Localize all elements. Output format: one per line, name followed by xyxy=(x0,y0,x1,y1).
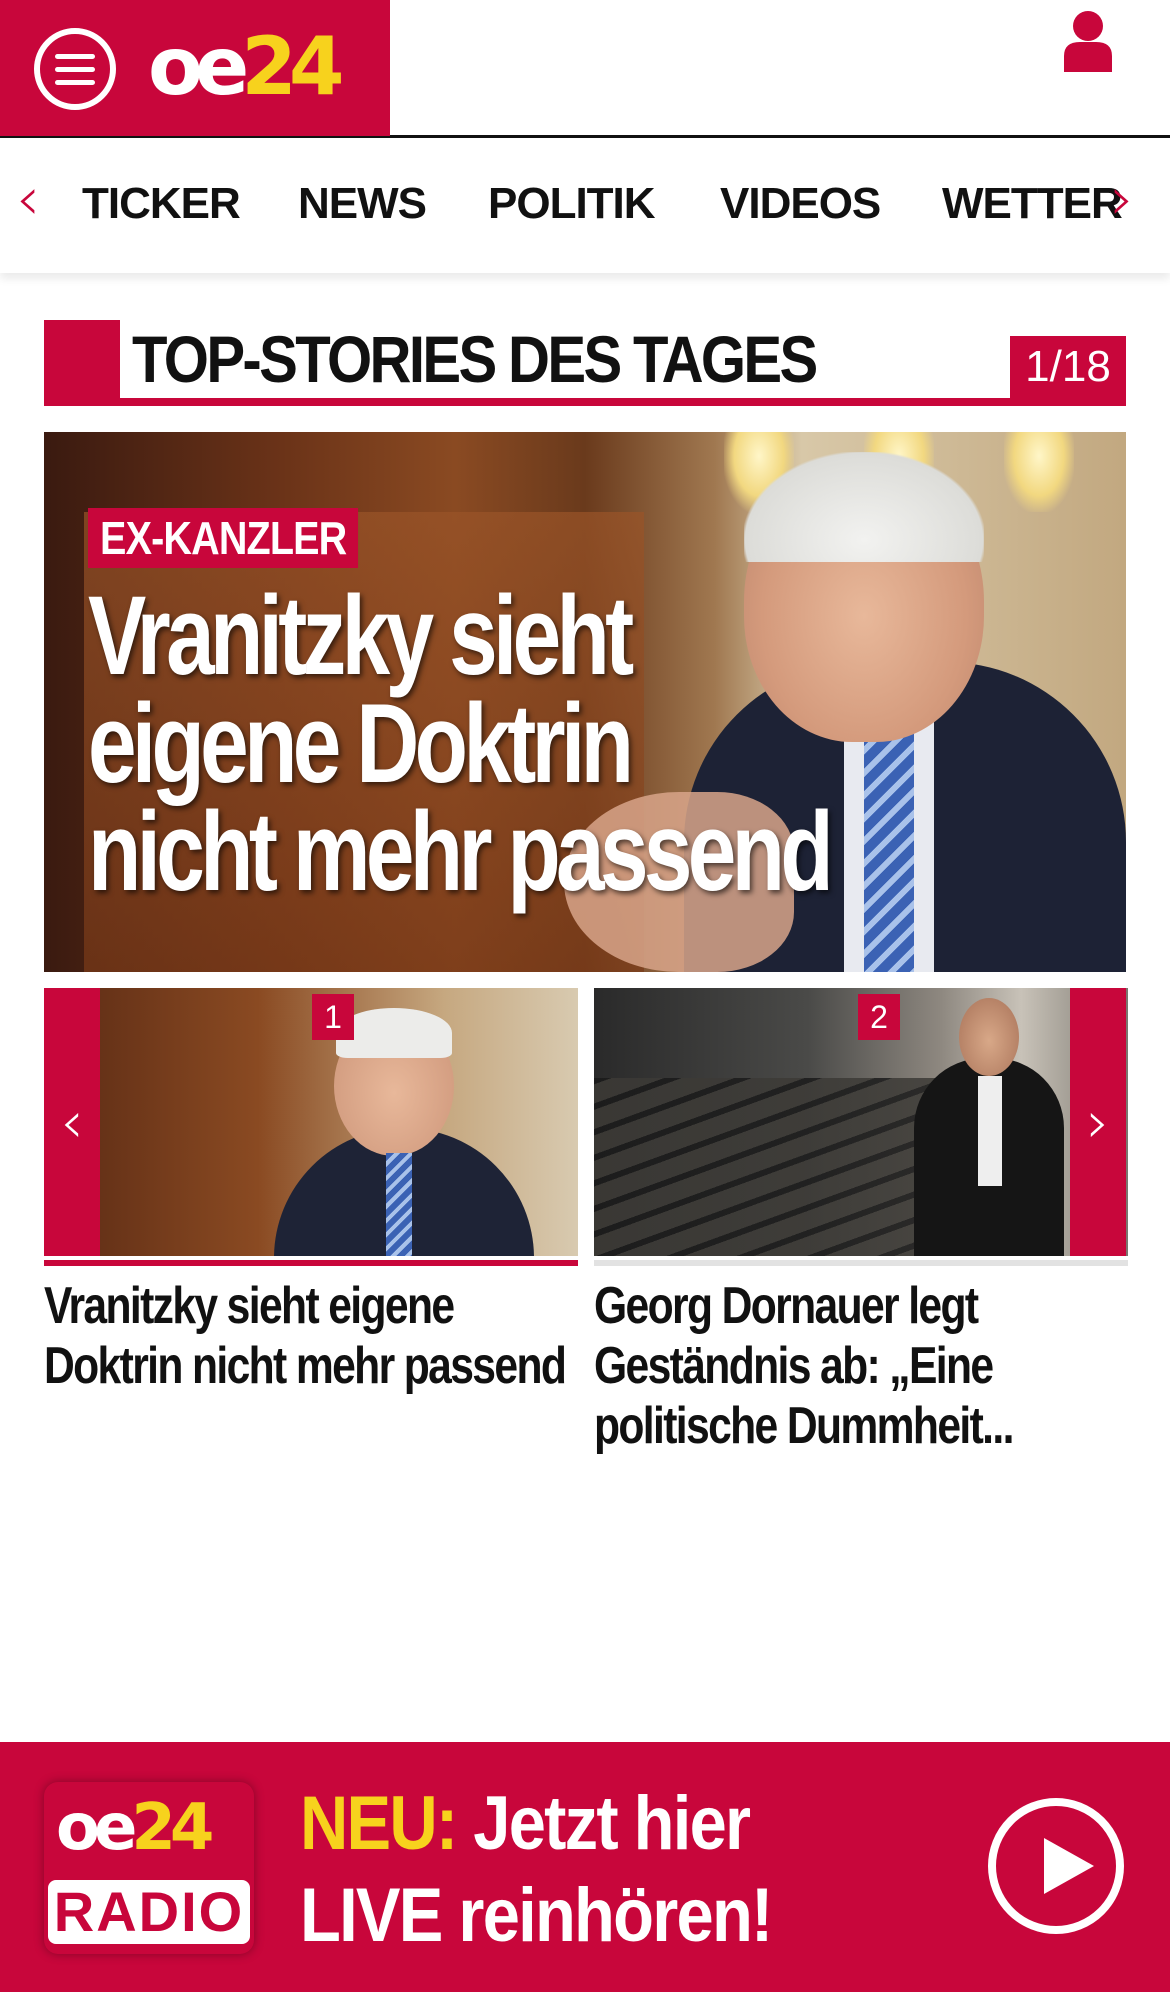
radio-promo-text: NEU: Jetzt hier LIVE reinhören! xyxy=(300,1778,773,1962)
carousel-thumbnail-1[interactable]: 1 xyxy=(44,988,578,1256)
hero-photo-hair xyxy=(744,452,984,562)
nav-item-politik[interactable]: POLITIK xyxy=(488,179,656,229)
radio-logo-wordmark: oe24 xyxy=(56,1791,214,1865)
carousel-caption-2[interactable]: Georg Dornauer legt Geständnis ab: „Eine… xyxy=(594,1276,1135,1456)
radio-logo-label: RADIO xyxy=(48,1880,250,1944)
carousel-next-arrow-icon[interactable]: › xyxy=(1070,988,1126,1256)
thumb-photo-tie xyxy=(386,1153,412,1256)
nav-item-wetter[interactable]: WETTER xyxy=(942,179,1123,229)
hero-photo-tie xyxy=(864,732,914,972)
nav-item-ticker[interactable]: TICKER xyxy=(82,179,241,229)
carousel-progress-inactive xyxy=(594,1260,1128,1266)
hero-headline[interactable]: Vranitzky sieht eigene Doktrin nicht meh… xyxy=(88,573,834,914)
brand-block: oe24 xyxy=(0,0,390,136)
radio-neu-label: NEU: xyxy=(300,1781,458,1866)
thumb-photo-face xyxy=(959,998,1019,1076)
hero-headline-line: nicht mehr passend xyxy=(88,789,834,914)
heading-underline xyxy=(44,398,1126,406)
oe24-logo[interactable]: oe24 xyxy=(148,22,345,112)
lamp-light xyxy=(1004,432,1074,512)
radio-line2: LIVE reinhören! xyxy=(300,1873,773,1958)
thumb-photo-shirt xyxy=(978,1076,1002,1186)
carousel-progress-active xyxy=(44,1260,578,1266)
nav-item-news[interactable]: NEWS xyxy=(298,179,427,229)
nav-prev-arrow-icon[interactable]: ‹ xyxy=(16,169,40,229)
slide-counter: 1/18 xyxy=(1010,336,1126,398)
hero-headline-line: eigene Doktrin xyxy=(88,681,634,806)
oe24-radio-logo: oe24 RADIO xyxy=(44,1782,254,1954)
thumb-photo-stairs xyxy=(594,1078,954,1256)
hamburger-menu-icon[interactable] xyxy=(34,28,116,110)
thumbnail-number-badge: 1 xyxy=(312,994,354,1040)
heading-marker xyxy=(44,320,120,400)
carousel-caption-1[interactable]: Vranitzky sieht eigene Doktrin nicht meh… xyxy=(44,1276,585,1396)
section-title: TOP-STORIES DES TAGES xyxy=(132,322,818,396)
site-header: oe24 xyxy=(0,0,1170,138)
carousel-prev-arrow-icon[interactable]: ‹ xyxy=(44,988,100,1256)
top-stories-heading: TOP-STORIES DES TAGES 1/18 xyxy=(44,320,1126,408)
hero-headline-line: Vranitzky sieht xyxy=(88,573,634,698)
nav-next-arrow-icon[interactable]: › xyxy=(1110,169,1134,229)
user-icon[interactable] xyxy=(1060,10,1116,72)
radio-line1: Jetzt hier xyxy=(456,1781,751,1866)
thumbnail-number-badge: 2 xyxy=(858,994,900,1040)
carousel-thumbnail-2[interactable]: 2 xyxy=(594,988,1128,1256)
play-icon[interactable] xyxy=(988,1798,1124,1934)
hero-story[interactable]: EX-KANZLER Vranitzky sieht eigene Doktri… xyxy=(44,432,1126,972)
category-nav: ‹ TICKER NEWS POLITIK VIDEOS WETTER › xyxy=(0,139,1170,273)
hero-kicker: EX-KANZLER xyxy=(88,508,359,568)
nav-item-videos[interactable]: VIDEOS xyxy=(720,179,881,229)
radio-banner[interactable]: oe24 RADIO NEU: Jetzt hier LIVE reinhöre… xyxy=(0,1742,1170,1992)
